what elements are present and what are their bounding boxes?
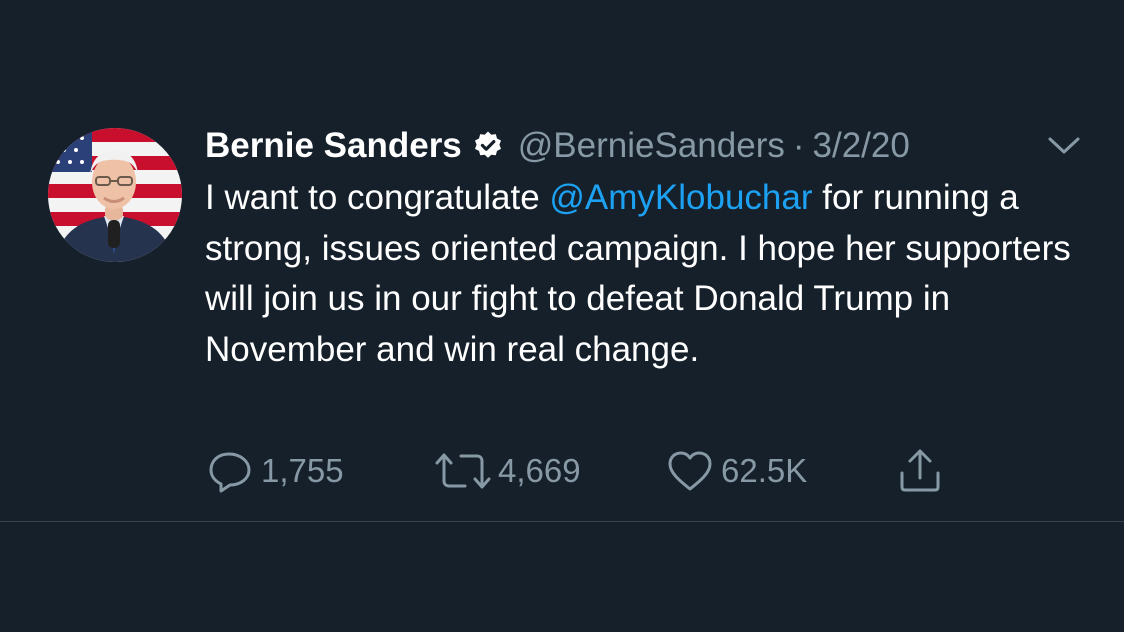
heart-icon xyxy=(668,451,712,491)
reply-count: 1,755 xyxy=(261,452,344,489)
retweet-button[interactable]: 4,669 xyxy=(434,446,581,496)
chevron-down-icon[interactable] xyxy=(1046,134,1082,158)
avatar-image xyxy=(48,128,182,262)
avatar[interactable] xyxy=(48,128,182,262)
tweet-actions: 1,755 4,669 62.5K xyxy=(0,446,1124,496)
divider xyxy=(0,521,1124,522)
reply-button[interactable]: 1,755 xyxy=(205,446,344,496)
mention-link[interactable]: @AmyKlobuchar xyxy=(549,178,812,217)
verified-badge-icon xyxy=(472,130,504,162)
like-count: 62.5K xyxy=(721,452,808,489)
author-handle[interactable]: @BernieSanders xyxy=(518,124,785,168)
retweet-count: 4,669 xyxy=(498,452,581,489)
like-button[interactable]: 62.5K xyxy=(665,446,807,496)
tweet-text-start: I want to congratulate xyxy=(205,178,550,217)
header-separator: · xyxy=(792,126,805,165)
share-button[interactable] xyxy=(894,446,946,496)
tweet-header: Bernie Sanders @BernieSanders · 3/2/20 xyxy=(205,124,910,168)
share-icon xyxy=(900,449,940,492)
reply-icon xyxy=(209,452,251,493)
tweet-date[interactable]: 3/2/20 xyxy=(813,124,910,168)
tweet[interactable]: Bernie Sanders @BernieSanders · 3/2/20 I… xyxy=(0,0,1124,522)
tweet-text: I want to congratulate @AmyKlobuchar for… xyxy=(205,173,1085,375)
author-name[interactable]: Bernie Sanders xyxy=(205,124,462,168)
retweet-icon xyxy=(435,453,491,489)
